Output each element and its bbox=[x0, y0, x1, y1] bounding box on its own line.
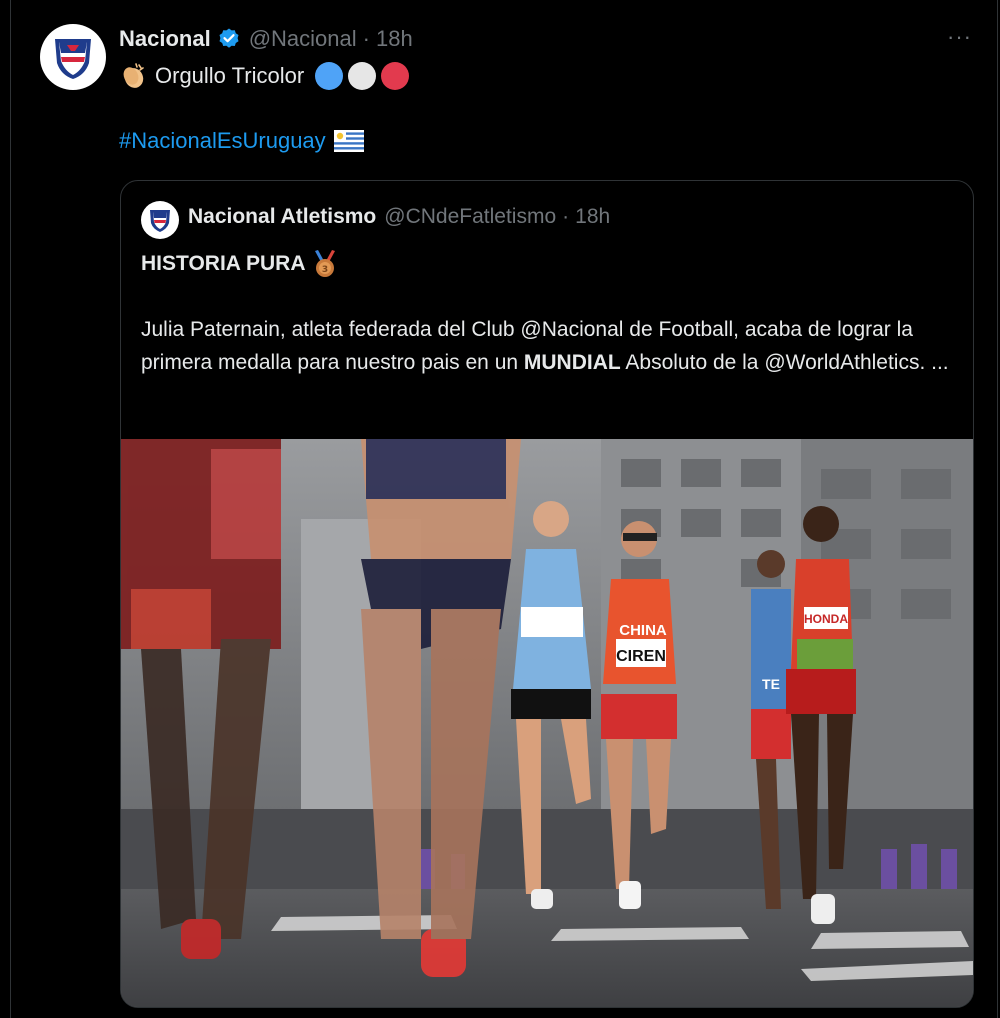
right-divider bbox=[997, 0, 998, 1018]
left-divider bbox=[10, 0, 11, 1018]
hashtag-line: #NacionalEsUruguay bbox=[119, 128, 364, 154]
marathon-photo[interactable]: CHINA CIREN HONDA TE bbox=[121, 439, 973, 1007]
tweet-text: Orgullo Tricolor bbox=[155, 63, 305, 88]
tweet-text-line: Orgullo Tricolor bbox=[119, 62, 410, 90]
quote-author-name[interactable]: Nacional Atletismo bbox=[188, 205, 376, 229]
quote-body-part2: Absoluto de la @WorldAthletics. ... bbox=[620, 351, 949, 374]
avatar[interactable] bbox=[40, 24, 106, 90]
quote-body: Julia Paternain, atleta federada del Clu… bbox=[141, 313, 961, 379]
blue-circle-icon bbox=[315, 62, 344, 90]
separator-dot: · bbox=[562, 205, 570, 228]
club-crest-icon bbox=[55, 39, 91, 79]
quote-header: Nacional Atletismo @CNdeFatletismo · 18h bbox=[188, 205, 610, 229]
quote-title-text: HISTORIA PURA bbox=[141, 252, 306, 275]
bronze-medal-icon: 3 bbox=[312, 249, 338, 279]
red-circle-icon bbox=[381, 62, 410, 90]
club-crest-icon bbox=[150, 210, 170, 232]
tweet-header: Nacional @Nacional · 18h bbox=[119, 24, 413, 54]
quote-author-handle[interactable]: @CNdeFatletismo bbox=[384, 205, 556, 229]
quoted-tweet-card[interactable]: Nacional Atletismo @CNdeFatletismo · 18h… bbox=[120, 180, 974, 1008]
author-name[interactable]: Nacional bbox=[119, 26, 211, 52]
more-options-button[interactable]: ··· bbox=[947, 24, 972, 50]
author-handle[interactable]: @Nacional bbox=[249, 26, 357, 52]
hashtag-link[interactable]: #NacionalEsUruguay bbox=[119, 128, 326, 154]
white-circle-icon bbox=[348, 62, 377, 90]
bib-te: TE bbox=[762, 676, 780, 692]
bib-china: CHINA bbox=[619, 622, 667, 639]
timestamp[interactable]: 18h bbox=[376, 26, 413, 52]
svg-text:3: 3 bbox=[321, 265, 327, 275]
marathon-runners-image: CHINA CIREN HONDA TE bbox=[121, 439, 973, 1007]
quote-body-bold: MUNDIAL bbox=[523, 351, 621, 374]
uruguay-flag-icon bbox=[333, 130, 364, 152]
bib-ciren: CIREN bbox=[616, 648, 666, 665]
quote-avatar[interactable] bbox=[141, 201, 179, 239]
clapping-hands-icon bbox=[119, 62, 147, 90]
bib-honda: HONDA bbox=[804, 612, 848, 626]
quote-timestamp[interactable]: 18h bbox=[575, 205, 610, 229]
quote-title: HISTORIA PURA 3 bbox=[141, 249, 338, 279]
verified-badge-icon bbox=[217, 27, 241, 51]
separator-dot: · bbox=[362, 26, 370, 51]
